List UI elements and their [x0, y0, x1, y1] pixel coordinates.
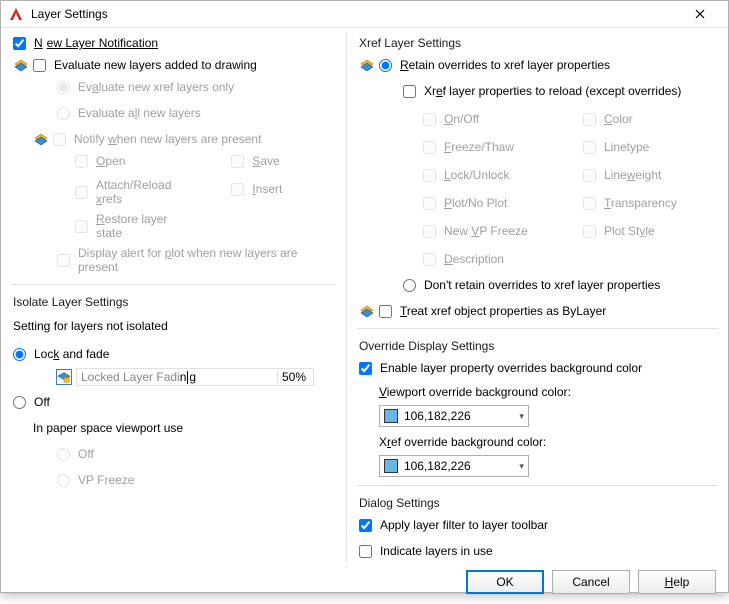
fade-percent: 50%	[277, 370, 311, 384]
xref-lock: Lock/Unlock	[423, 168, 509, 182]
xref-plot: Plot/No Plot	[423, 196, 507, 210]
xref-onoff: On/Off	[423, 112, 479, 126]
locked-fade-input[interactable]: Locked Layer Fading 50%	[76, 368, 314, 386]
xref-freeze: Freeze/Thaw	[423, 140, 514, 154]
close-button[interactable]	[680, 1, 720, 27]
layers-icon	[359, 303, 375, 319]
chevron-down-icon: ▾	[519, 461, 524, 472]
display-alert-plot: Display alert for plot when new layers a…	[57, 246, 336, 274]
vp-color-select[interactable]: 106,182,226 ▾	[379, 405, 529, 427]
titlebar: Layer Settings	[1, 1, 728, 28]
apply-filter[interactable]: Apply layer filter to layer toolbar	[359, 518, 548, 532]
isolate-lock-fade[interactable]: Lock and fade	[13, 347, 109, 361]
help-button[interactable]: Help	[638, 570, 716, 594]
ok-button[interactable]: OK	[466, 570, 544, 594]
layers-icon	[33, 131, 49, 147]
new-layer-notif-checkbox[interactable]	[13, 37, 26, 50]
eval-all-layers: Evaluate all new layers	[57, 106, 201, 120]
xref-linetype: Linetype	[583, 140, 649, 154]
eval-new-layers-checkbox[interactable]	[33, 59, 46, 72]
isolate-section-label: Isolate Layer Settings	[13, 295, 336, 309]
xref-treat-bylayer[interactable]: Treat xref object properties as ByLayer	[379, 304, 606, 318]
notify-when-present: Notify when new layers are present	[53, 132, 261, 146]
dialog-title: Layer Settings	[31, 7, 680, 21]
xref-retain[interactable]: Retain overrides to xref layer propertie…	[379, 58, 610, 72]
vp-color-label: Viewport override background color:	[379, 385, 571, 399]
layers-icon	[13, 57, 29, 73]
notify-insert: Insert	[231, 182, 282, 196]
xref-color-select[interactable]: 106,182,226 ▾	[379, 455, 529, 477]
xref-lineweight: Lineweight	[583, 168, 661, 182]
app-icon	[7, 5, 25, 23]
locked-layers-icon	[56, 369, 72, 385]
new-layer-notif-header[interactable]: New Layer Notification	[11, 32, 336, 54]
isolate-off[interactable]: Off	[13, 395, 50, 409]
layers-icon	[359, 57, 375, 73]
notify-open: Open	[75, 154, 125, 168]
color-swatch	[384, 459, 398, 473]
xref-newvp: New VP Freeze	[423, 224, 528, 238]
eval-new-layers-added[interactable]: Evaluate new layers added to drawing	[33, 58, 257, 72]
xref-color: Color	[583, 112, 633, 126]
color-swatch	[384, 409, 398, 423]
notify-attach-xrefs: Attach/Reload xrefs	[75, 178, 191, 206]
ps-vp-freeze: VP Freeze	[57, 473, 134, 487]
xref-dont-retain[interactable]: Don't retain overrides to xref layer pro…	[403, 278, 660, 292]
override-section-label: Override Display Settings	[359, 339, 718, 353]
notify-save: Save	[231, 154, 279, 168]
isolate-setting-label: Setting for layers not isolated	[13, 319, 168, 333]
layer-settings-dialog: { "title": "Layer Settings", "newLayer":…	[0, 0, 729, 593]
xref-section-label: Xref Layer Settings	[359, 36, 718, 50]
xref-transp: Transparency	[583, 196, 677, 210]
eval-xref-only: Evaluate new xref layers only	[57, 80, 234, 94]
eval-new-layers-row: Evaluate new layers added to drawing	[11, 54, 336, 76]
xref-reload[interactable]: Xref layer properties to reload (except …	[403, 84, 681, 98]
chevron-down-icon: ▾	[519, 411, 524, 422]
close-icon	[695, 9, 705, 19]
xref-color-label: Xref override background color:	[379, 435, 546, 449]
paperspace-label: In paper space viewport use	[33, 421, 183, 435]
dialog-settings-label: Dialog Settings	[359, 496, 718, 510]
xref-desc: Description	[423, 252, 504, 266]
ps-off: Off	[57, 447, 94, 461]
locked-fade-row: Locked Layer Fading 50%	[55, 367, 315, 387]
cancel-button[interactable]: Cancel	[552, 570, 630, 594]
notify-restore: Restore layer state	[75, 212, 191, 240]
override-enable[interactable]: Enable layer property overrides backgrou…	[359, 361, 642, 375]
xref-plotstyle: Plot Style	[583, 224, 655, 238]
dialog-footer: OK Cancel Help	[1, 562, 728, 604]
indicate-in-use[interactable]: Indicate layers in use	[359, 544, 493, 558]
